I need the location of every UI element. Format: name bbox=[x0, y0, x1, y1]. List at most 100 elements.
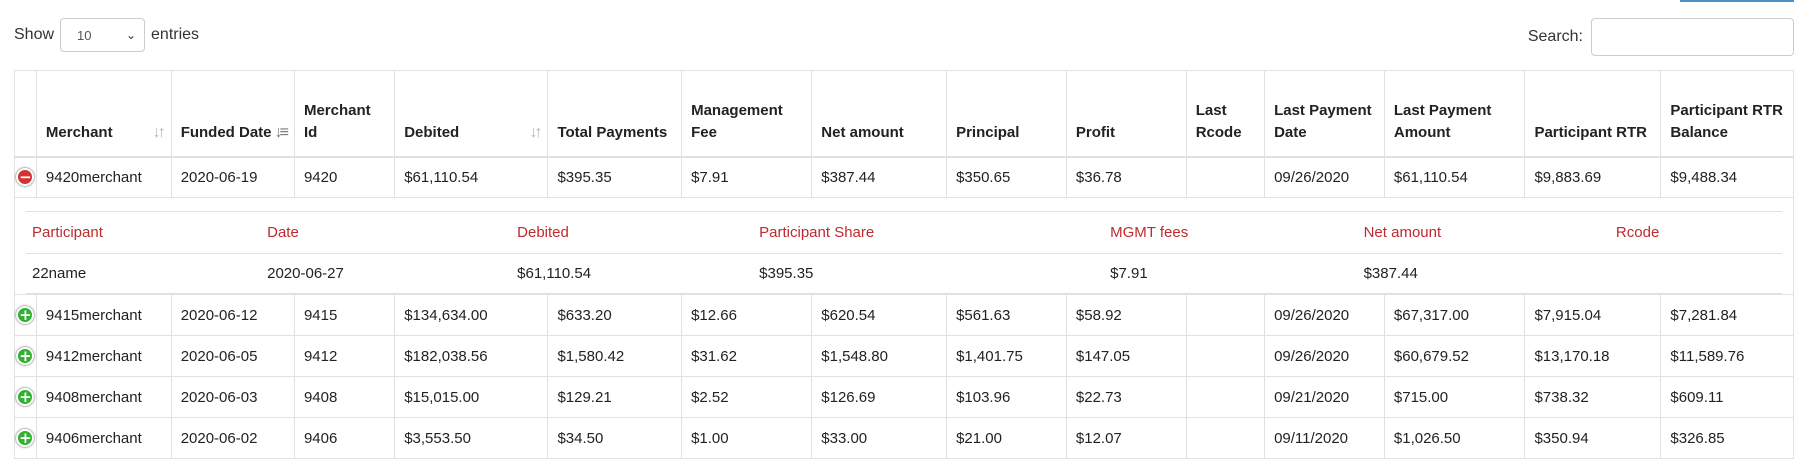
cell-net-amount: $1,548.80 bbox=[811, 335, 948, 377]
cell-participant-rtr-balance: $11,589.76 bbox=[1660, 335, 1794, 377]
minus-circle-icon[interactable]: − bbox=[16, 168, 35, 187]
page-length-value: 10 bbox=[77, 27, 92, 43]
cell-participant-rtr-balance: $7,281.84 bbox=[1660, 294, 1794, 336]
cell-management-fee: $7.91 bbox=[681, 156, 813, 198]
cell-last-payment-date: 09/26/2020 bbox=[1264, 156, 1385, 198]
page-length-select[interactable]: 10 ⌄ bbox=[60, 18, 146, 52]
sort-both-icon[interactable]: ↓↑ bbox=[153, 122, 166, 144]
column-header-total-payments: Total Payments bbox=[547, 70, 683, 158]
cell-profit: $58.92 bbox=[1065, 294, 1187, 336]
table-controls: Show 10 ⌄ entries Search: bbox=[14, 18, 1794, 56]
participant-header-debited: Debited bbox=[511, 211, 754, 254]
column-header-debited[interactable]: Debited ↓↑ bbox=[394, 70, 549, 158]
cell-last-rcode bbox=[1185, 335, 1266, 377]
child-row-cell: Participant Date Debited Participant Share M… bbox=[14, 197, 1794, 295]
cell-debited: $61,110.54 bbox=[394, 156, 549, 198]
cell-last-payment-date: 09/11/2020 bbox=[1264, 417, 1385, 459]
top-button-edge[interactable] bbox=[1680, 0, 1794, 2]
column-header-label: Net amount bbox=[821, 123, 904, 141]
column-header-funded-date[interactable]: Funded Date ↓≡ bbox=[170, 70, 295, 158]
plus-circle-icon[interactable]: + bbox=[16, 388, 35, 406]
cell-last-payment-date: 09/26/2020 bbox=[1264, 335, 1385, 377]
cell-last-payment-amount: $715.00 bbox=[1383, 376, 1526, 418]
column-header-last-rcode: Last Rcode bbox=[1185, 70, 1266, 158]
cell-total-payments: $34.50 bbox=[547, 417, 683, 459]
column-header-profit: Profit bbox=[1065, 70, 1187, 158]
participant-cell-rcode bbox=[1609, 253, 1782, 294]
cell-debited: $134,634.00 bbox=[394, 294, 549, 336]
sort-both-icon[interactable]: ↓↑ bbox=[529, 122, 542, 144]
column-header-participant-rtr: Participant RTR bbox=[1524, 70, 1662, 158]
participant-table: Participant Date Debited Participant Share M… bbox=[26, 211, 1782, 294]
column-header-principal: Principal bbox=[946, 70, 1067, 158]
row-toggle-cell[interactable]: + bbox=[14, 417, 37, 459]
column-header-label: Management Fee bbox=[691, 101, 783, 141]
cell-total-payments: $129.21 bbox=[547, 376, 683, 418]
cell-last-payment-date: 09/21/2020 bbox=[1264, 376, 1385, 418]
chevron-down-icon: ⌄ bbox=[125, 28, 137, 42]
participant-header-net-amount: Net amount bbox=[1357, 211, 1610, 254]
cell-principal: $561.63 bbox=[946, 294, 1067, 336]
cell-principal: $1,401.75 bbox=[946, 335, 1067, 377]
column-header-label: Participant RTR Balance bbox=[1670, 101, 1783, 141]
cell-profit: $36.78 bbox=[1065, 156, 1187, 198]
row-toggle-cell[interactable]: + bbox=[14, 335, 37, 377]
cell-net-amount: $126.69 bbox=[811, 376, 948, 418]
participant-details: Participant Date Debited Participant Share M… bbox=[15, 198, 1793, 294]
table-row: +9406merchant 2020-06-02 9406 $3,553.50 $34.… bbox=[14, 417, 1794, 459]
cell-participant-rtr: $9,883.69 bbox=[1524, 156, 1662, 198]
row-toggle-cell[interactable]: + bbox=[14, 294, 37, 336]
cell-participant-rtr-balance: $609.11 bbox=[1660, 376, 1794, 418]
cell-merchant-id: 9412 bbox=[293, 335, 396, 377]
column-header-label: Principal bbox=[956, 123, 1020, 141]
cell-merchant: 9412merchant bbox=[35, 335, 172, 377]
table-header-row: Merchant ↓↑ Funded Date ↓≡ Merchant Id Debite… bbox=[14, 70, 1794, 158]
row-toggle-cell[interactable]: − bbox=[14, 156, 37, 198]
cell-debited: $15,015.00 bbox=[394, 376, 549, 418]
cell-total-payments: $1,580.42 bbox=[547, 335, 683, 377]
participant-header-date: Date bbox=[261, 211, 512, 254]
participant-cell-debited: $61,110.54 bbox=[511, 253, 754, 294]
sort-desc-icon[interactable]: ↓≡ bbox=[275, 122, 289, 144]
participant-row: 22name 2020-06-27 $61,110.54 $395.35 $7.91 $3… bbox=[26, 253, 1782, 294]
cell-last-rcode bbox=[1185, 156, 1266, 198]
column-header-net-amount: Net amount bbox=[811, 70, 948, 158]
plus-circle-icon[interactable]: + bbox=[16, 429, 35, 447]
column-header-management-fee: Management Fee bbox=[681, 70, 813, 158]
search-input[interactable] bbox=[1591, 18, 1794, 56]
cell-debited: $182,038.56 bbox=[394, 335, 549, 377]
cell-funded-date: 2020-06-19 bbox=[170, 156, 295, 198]
row-toggle-cell[interactable]: + bbox=[14, 376, 37, 418]
column-header-label: Last Rcode bbox=[1195, 101, 1242, 141]
cell-funded-date: 2020-06-03 bbox=[170, 376, 295, 418]
column-header-last-payment-date: Last Payment Date bbox=[1264, 70, 1385, 158]
cell-debited: $3,553.50 bbox=[394, 417, 549, 459]
column-header-label: Merchant Id bbox=[303, 101, 371, 141]
table-row: +9415merchant 2020-06-12 9415 $134,634.00 $6… bbox=[14, 294, 1794, 336]
cell-participant-rtr: $13,170.18 bbox=[1524, 335, 1662, 377]
column-header-merchant[interactable]: Merchant ↓↑ bbox=[35, 70, 172, 158]
column-header-label: Last Payment Amount bbox=[1393, 101, 1492, 141]
cell-principal: $103.96 bbox=[946, 376, 1067, 418]
cell-management-fee: $31.62 bbox=[681, 335, 813, 377]
plus-circle-icon[interactable]: + bbox=[16, 306, 35, 324]
plus-circle-icon[interactable]: + bbox=[16, 347, 35, 365]
cell-net-amount: $387.44 bbox=[811, 156, 948, 198]
cell-merchant: 9408merchant bbox=[35, 376, 172, 418]
cell-participant-rtr: $7,915.04 bbox=[1524, 294, 1662, 336]
cell-merchant: 9415merchant bbox=[35, 294, 172, 336]
cell-last-payment-date: 09/26/2020 bbox=[1264, 294, 1385, 336]
participant-header-row: Participant Date Debited Participant Share M… bbox=[26, 211, 1782, 254]
cell-management-fee: $2.52 bbox=[681, 376, 813, 418]
cell-merchant-id: 9420 bbox=[293, 156, 396, 198]
cell-management-fee: $12.66 bbox=[681, 294, 813, 336]
table-row: +9412merchant 2020-06-05 9412 $182,038.56 $1… bbox=[14, 335, 1794, 377]
participant-header-participant-share: Participant Share bbox=[753, 211, 1105, 254]
cell-merchant-id: 9415 bbox=[293, 294, 396, 336]
search-control: Search: bbox=[1528, 18, 1794, 56]
cell-total-payments: $395.35 bbox=[547, 156, 683, 198]
cell-management-fee: $1.00 bbox=[681, 417, 813, 459]
cell-merchant-id: 9406 bbox=[293, 417, 396, 459]
cell-funded-date: 2020-06-12 bbox=[170, 294, 295, 336]
cell-participant-rtr-balance: $9,488.34 bbox=[1660, 156, 1794, 198]
